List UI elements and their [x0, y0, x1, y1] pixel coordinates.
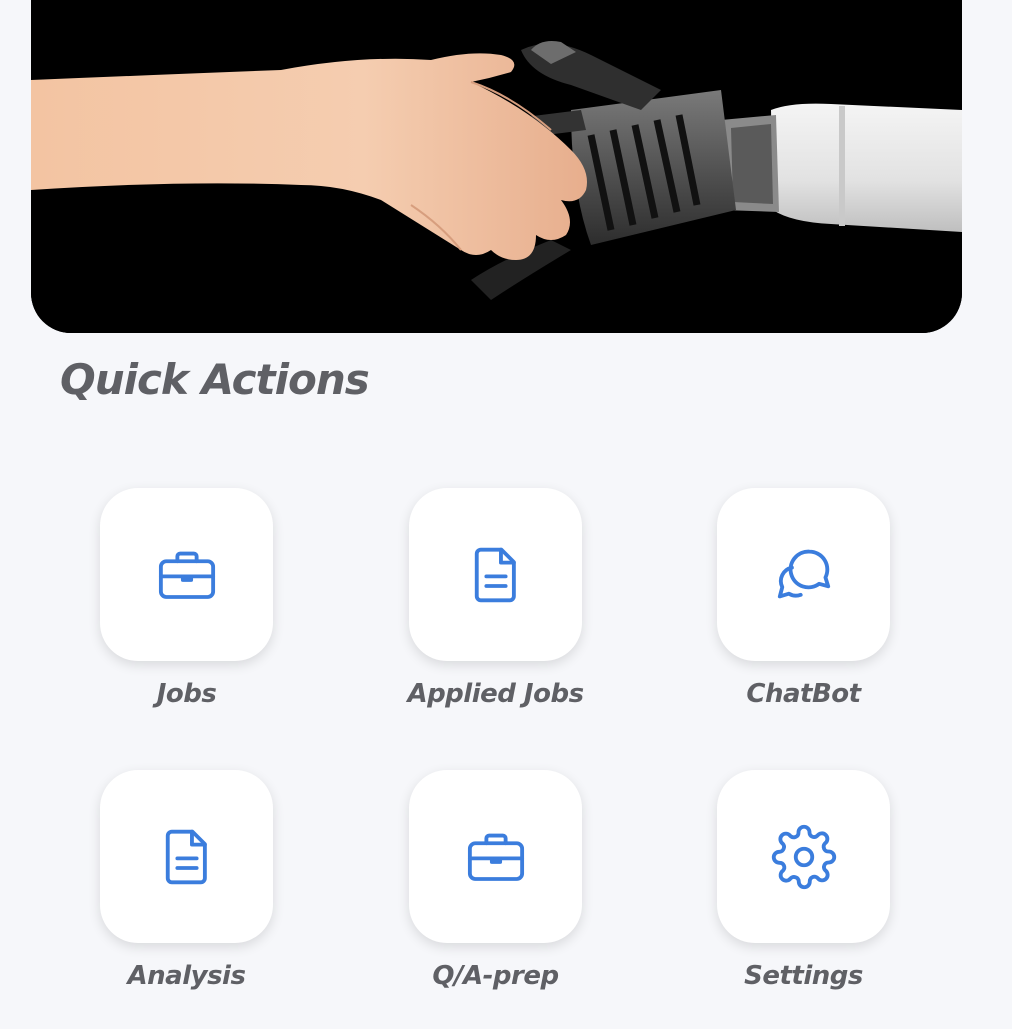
chat-bubbles-icon [771, 542, 837, 608]
document-icon [154, 824, 220, 890]
settings-button[interactable] [717, 770, 890, 943]
qa-prep-label: Q/A-prep [432, 961, 559, 991]
settings-label: Settings [744, 961, 863, 991]
qa-prep-button[interactable] [409, 770, 582, 943]
chatbot-label: ChatBot [746, 679, 861, 709]
hero-banner-image [31, 0, 962, 333]
jobs-label: Jobs [156, 679, 217, 709]
analysis-label: Analysis [127, 961, 246, 991]
applied-jobs-label: Applied Jobs [407, 679, 584, 709]
briefcase-icon [463, 824, 529, 890]
quick-action-applied-jobs[interactable]: Applied Jobs [407, 488, 584, 709]
handshake-image [31, 0, 962, 333]
quick-action-qa-prep[interactable]: Q/A-prep [409, 770, 582, 991]
analysis-button[interactable] [100, 770, 273, 943]
chatbot-button[interactable] [717, 488, 890, 661]
quick-actions-title: Quick Actions [60, 355, 370, 404]
jobs-button[interactable] [100, 488, 273, 661]
quick-action-chatbot[interactable]: ChatBot [717, 488, 890, 709]
document-icon [463, 542, 529, 608]
quick-action-jobs[interactable]: Jobs [100, 488, 273, 709]
applied-jobs-button[interactable] [409, 488, 582, 661]
quick-action-analysis[interactable]: Analysis [100, 770, 273, 991]
quick-action-settings[interactable]: Settings [717, 770, 890, 991]
briefcase-icon [154, 542, 220, 608]
gear-icon [771, 824, 837, 890]
